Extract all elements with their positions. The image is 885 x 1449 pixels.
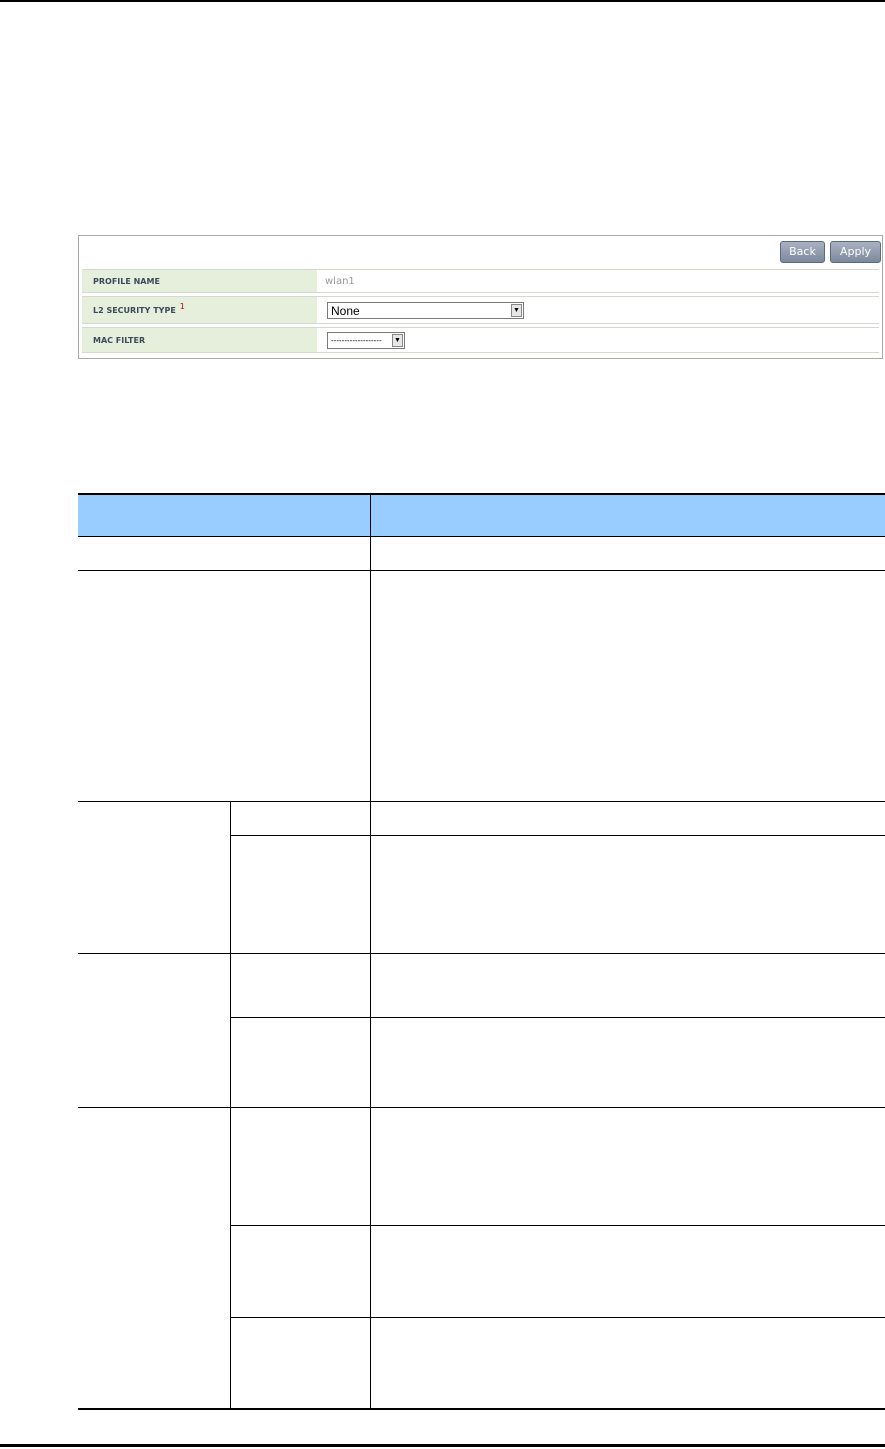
column-divider [370,494,371,1409]
l2-security-type-select[interactable]: None ▼ [327,302,524,319]
table-header-row [78,494,885,536]
row-divider [230,1017,885,1018]
back-button[interactable]: Back [780,241,825,263]
column-divider [230,801,231,1409]
footnote-marker: 1 [179,301,185,311]
profile-name-label-text: PROFILE NAME [93,276,160,286]
apply-button[interactable]: Apply [830,241,881,263]
mac-filter-label-text: MAC FILTER [93,335,146,345]
table-bottom-border [78,1408,885,1410]
row-divider [230,1225,885,1226]
l2-security-type-selected: None [331,304,360,318]
mac-filter-select[interactable]: ------------------- ▼ [327,332,405,349]
l2-security-type-label: L2 SECURITY TYPE 1 [82,297,317,323]
row-divider [78,536,885,537]
row-divider [230,835,885,836]
l2-security-type-row: L2 SECURITY TYPE 1 None ▼ [82,296,879,324]
mac-filter-selected: ------------------- [331,336,382,345]
row-divider [78,801,885,802]
row-divider [230,1317,885,1318]
row-divider [78,953,885,954]
mac-filter-row: MAC FILTER ------------------- ▼ [82,327,879,353]
row-divider [78,1107,885,1108]
profile-name-label: PROFILE NAME [82,270,317,292]
profile-name-value: wlan1 [325,275,355,287]
chevron-down-icon[interactable]: ▼ [392,334,403,347]
page-bottom-rule [0,1444,885,1447]
table-top-border [78,493,885,495]
mac-filter-label: MAC FILTER [82,328,317,352]
security-settings-panel: Back Apply PROFILE NAME wlan1 L2 SECURIT… [78,235,883,359]
row-divider [78,570,885,571]
page-top-rule [0,0,885,2]
chevron-down-icon[interactable]: ▼ [511,304,522,317]
profile-name-row: PROFILE NAME wlan1 [82,269,879,293]
l2-security-type-label-text: L2 SECURITY TYPE [93,305,176,315]
